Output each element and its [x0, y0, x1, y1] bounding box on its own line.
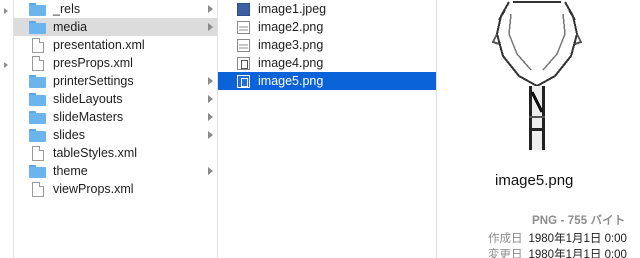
- item-label: printerSettings: [53, 74, 134, 88]
- list-item-presprops-xml[interactable]: presProps.xml: [14, 54, 217, 72]
- item-label: image3.png: [258, 38, 324, 52]
- folder-icon: [29, 20, 46, 34]
- item-label: image4.png: [258, 56, 324, 70]
- chevron-right-icon: [208, 23, 213, 31]
- png-thumbnail-icon: [237, 74, 250, 88]
- preview-filename: image5.png: [495, 172, 574, 189]
- chevron-right-icon: [208, 113, 213, 121]
- document-icon: [32, 181, 44, 197]
- image-preview-thumbnail: [491, 1, 583, 150]
- left-column-edge: [0, 0, 14, 258]
- item-label: image5.png: [258, 74, 324, 88]
- created-date-row: 作成日 1980年1月1日 0:00: [488, 230, 627, 246]
- chevron-right-icon: [208, 167, 213, 175]
- item-label: slideMasters: [53, 110, 124, 124]
- folder-icon: [29, 110, 46, 124]
- item-label: presProps.xml: [53, 56, 133, 70]
- folder-icon: [29, 128, 46, 142]
- list-item-presentation-xml[interactable]: presentation.xml: [14, 36, 217, 54]
- document-icon: [32, 37, 44, 53]
- item-label: media: [53, 20, 88, 34]
- list-item-slides[interactable]: slides: [14, 126, 217, 144]
- png-thumbnail-icon: [237, 38, 250, 52]
- png-thumbnail-icon: [237, 20, 250, 34]
- list-item-viewprops-xml[interactable]: viewProps.xml: [14, 180, 217, 198]
- media-contents-column[interactable]: image1.jpeg image2.png image3.png image4…: [218, 0, 437, 258]
- chevron-right-icon: [208, 5, 213, 13]
- list-item-tablestyles-xml[interactable]: tableStyles.xml: [14, 144, 217, 162]
- folder-icon: [29, 74, 46, 88]
- item-label: _rels: [53, 2, 81, 16]
- jpeg-thumbnail-icon: [237, 2, 250, 16]
- folder-icon: [29, 2, 46, 16]
- document-icon: [32, 145, 44, 161]
- chevron-right-icon: [208, 95, 213, 103]
- list-item-image4-png[interactable]: image4.png: [218, 54, 436, 72]
- list-item-media[interactable]: media: [14, 18, 217, 36]
- chevron-right-icon: [208, 131, 213, 139]
- list-item-image2-png[interactable]: image2.png: [218, 18, 436, 36]
- document-icon: [32, 55, 44, 71]
- item-label: viewProps.xml: [53, 182, 134, 196]
- list-item-image3-png[interactable]: image3.png: [218, 36, 436, 54]
- item-label: image1.jpeg: [258, 2, 327, 16]
- modified-label: 変更日: [488, 249, 523, 258]
- created-label: 作成日: [488, 233, 523, 245]
- list-item-image1-jpeg[interactable]: image1.jpeg: [218, 0, 436, 18]
- file-kind-size: PNG - 755 バイト: [532, 215, 626, 227]
- item-label: slides: [53, 128, 85, 142]
- folder-contents-column[interactable]: _rels media presentation.xml presProps.x…: [14, 0, 218, 258]
- preview-pane: image5.png PNG - 755 バイト 作成日 1980年1月1日 0:…: [437, 0, 640, 258]
- modified-date-row: 変更日 1980年1月1日 0:00: [488, 246, 627, 258]
- png-thumbnail-icon: [237, 56, 250, 70]
- chevron-right-icon: [4, 8, 8, 14]
- created-value: 1980年1月1日 0:00: [528, 233, 627, 245]
- list-item-slidelayouts[interactable]: slideLayouts: [14, 90, 217, 108]
- item-label: slideLayouts: [53, 92, 123, 106]
- list-item-image5-png[interactable]: image5.png: [218, 72, 436, 90]
- chevron-right-icon: [4, 62, 8, 68]
- folder-icon: [29, 92, 46, 106]
- item-label: image2.png: [258, 20, 324, 34]
- item-label: presentation.xml: [53, 38, 145, 52]
- list-item-rels[interactable]: _rels: [14, 0, 217, 18]
- item-label: tableStyles.xml: [53, 146, 138, 160]
- folder-icon: [29, 164, 46, 178]
- chevron-right-icon: [208, 77, 213, 85]
- modified-value: 1980年1月1日 0:00: [528, 249, 627, 258]
- list-item-printersettings[interactable]: printerSettings: [14, 72, 217, 90]
- list-item-slidemasters[interactable]: slideMasters: [14, 108, 217, 126]
- list-item-theme[interactable]: theme: [14, 162, 217, 180]
- item-label: theme: [53, 164, 88, 178]
